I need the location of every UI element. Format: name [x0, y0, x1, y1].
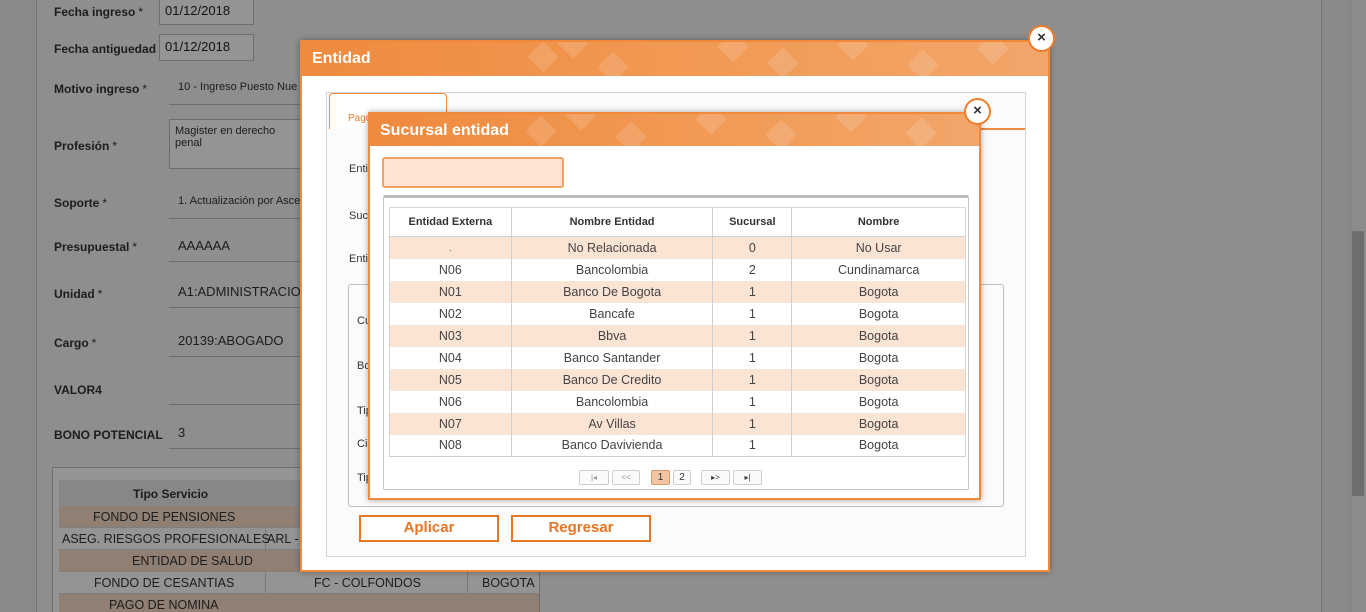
cell-sucursal: 1: [712, 390, 793, 413]
cell-sucursal: 1: [712, 302, 793, 325]
cell-nombre: Bogota: [791, 280, 966, 303]
cell-sucursal: 0: [712, 236, 793, 259]
column-header[interactable]: Nombre: [791, 207, 966, 237]
cell-sucursal: 1: [712, 324, 793, 347]
cell-entidad-externa: N08: [389, 434, 512, 457]
cell-entidad-externa: N06: [389, 258, 512, 281]
column-header[interactable]: Sucursal: [712, 207, 793, 237]
sucursal-dialog-title: Sucursal entidad: [380, 122, 509, 139]
sucursal-grid: Entidad Externa Nombre Entidad Sucursal …: [383, 195, 969, 490]
cell-entidad-externa: .: [389, 236, 512, 259]
sucursal-close-icon[interactable]: ×: [964, 98, 991, 125]
table-header-row: Entidad Externa Nombre Entidad Sucursal …: [389, 207, 966, 237]
cell-nombre-entidad: Banco De Credito: [511, 368, 714, 391]
cell-entidad-externa: N01: [389, 280, 512, 303]
cell-nombre-entidad: Banco De Bogota: [511, 280, 714, 303]
regresar-button[interactable]: Regresar: [511, 515, 651, 542]
table-row[interactable]: N07 Av Villas 1 Bogota: [389, 412, 966, 435]
sucursal-label: Suc: [349, 210, 368, 222]
column-header[interactable]: Entidad Externa: [389, 207, 512, 237]
sucursal-dialog-titlebar[interactable]: Sucursal entidad: [370, 114, 979, 146]
table-row[interactable]: N06 Bancolombia 1 Bogota: [389, 390, 966, 413]
cell-nombre-entidad: Bbva: [511, 324, 714, 347]
cell-nombre-entidad: No Relacionada: [511, 236, 714, 259]
table-row[interactable]: N04 Banco Santander 1 Bogota: [389, 346, 966, 369]
cell-entidad-externa: N04: [389, 346, 512, 369]
cell-nombre-entidad: Bancolombia: [511, 390, 714, 413]
table-row[interactable]: . No Relacionada 0 No Usar: [389, 236, 966, 259]
cell-nombre: Bogota: [791, 412, 966, 435]
table-row[interactable]: N02 Bancafe 1 Bogota: [389, 302, 966, 325]
cell-nombre-entidad: Bancafe: [511, 302, 714, 325]
cell-nombre: Bogota: [791, 302, 966, 325]
page-button-2[interactable]: 2: [673, 470, 691, 485]
cell-nombre-entidad: Av Villas: [511, 412, 714, 435]
cell-sucursal: 1: [712, 434, 793, 457]
cell-sucursal: 1: [712, 368, 793, 391]
table-row[interactable]: N01 Banco De Bogota 1 Bogota: [389, 280, 966, 303]
cell-nombre: Bogota: [791, 346, 966, 369]
entidad-close-icon[interactable]: ×: [1028, 25, 1055, 52]
cell-nombre-entidad: Bancolombia: [511, 258, 714, 281]
sucursal-entidad-dialog: Sucursal entidad Entidad Externa Nombre …: [368, 112, 981, 500]
prev-page-icon[interactable]: <<: [612, 470, 640, 485]
cell-nombre: Bogota: [791, 390, 966, 413]
cell-nombre: Bogota: [791, 324, 966, 347]
cell-nombre: No Usar: [791, 236, 966, 259]
next-page-icon[interactable]: ▸>: [701, 470, 730, 485]
aplicar-button[interactable]: Aplicar: [359, 515, 499, 542]
last-page-icon[interactable]: ▸|: [733, 470, 762, 485]
cell-entidad-externa: N06: [389, 390, 512, 413]
table-row[interactable]: N08 Banco Davivienda 1 Bogota: [389, 434, 966, 457]
table-row[interactable]: N03 Bbva 1 Bogota: [389, 324, 966, 347]
entidad-dialog-title: Entidad: [312, 50, 371, 67]
cell-entidad-externa: N05: [389, 368, 512, 391]
cell-nombre: Bogota: [791, 434, 966, 457]
entidad-label-2: Enti: [349, 253, 368, 265]
sucursal-table: Entidad Externa Nombre Entidad Sucursal …: [389, 207, 966, 457]
cell-sucursal: 1: [712, 346, 793, 369]
cell-nombre: Bogota: [791, 368, 966, 391]
grid-pager: |◂ << 1 2 ▸> ▸|: [579, 470, 779, 486]
cell-sucursal: 1: [712, 280, 793, 303]
cell-nombre-entidad: Banco Santander: [511, 346, 714, 369]
cell-nombre-entidad: Banco Davivienda: [511, 434, 714, 457]
entidad-dialog-titlebar[interactable]: Entidad: [302, 42, 1048, 76]
cell-sucursal: 2: [712, 258, 793, 281]
cell-entidad-externa: N02: [389, 302, 512, 325]
sucursal-search-input[interactable]: [382, 157, 564, 188]
first-page-icon[interactable]: |◂: [579, 470, 609, 485]
cell-entidad-externa: N07: [389, 412, 512, 435]
entidad-label: Enti: [349, 163, 368, 175]
page-button-1[interactable]: 1: [651, 470, 670, 485]
table-row[interactable]: N05 Banco De Credito 1 Bogota: [389, 368, 966, 391]
table-row[interactable]: N06 Bancolombia 2 Cundinamarca: [389, 258, 966, 281]
column-header[interactable]: Nombre Entidad: [511, 207, 714, 237]
cell-entidad-externa: N03: [389, 324, 512, 347]
cell-sucursal: 1: [712, 412, 793, 435]
cell-nombre: Cundinamarca: [791, 258, 966, 281]
